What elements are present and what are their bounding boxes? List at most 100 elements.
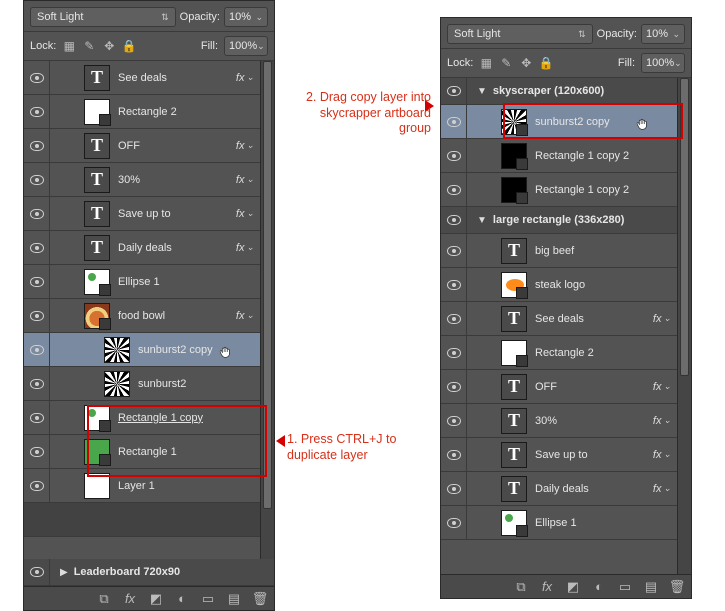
visibility-toggle[interactable] [441, 472, 467, 505]
layer-fx-indicator[interactable]: fx ⌄ [236, 242, 254, 254]
visibility-toggle[interactable] [441, 302, 467, 335]
scrollbar-thumb[interactable] [680, 78, 689, 376]
layer-row[interactable]: Rectangle 1 copy 2 [441, 139, 677, 173]
layer-row[interactable]: Rectangle 1 [24, 435, 260, 469]
layer-fx-indicator[interactable]: fx ⌄ [236, 208, 254, 220]
expand-arrow-icon[interactable]: ▶ [60, 567, 68, 578]
layer-row[interactable]: TSee dealsfx ⌄ [24, 61, 260, 95]
visibility-toggle[interactable] [441, 370, 467, 403]
fill-value[interactable]: 100%⌄ [641, 53, 685, 73]
visibility-toggle[interactable] [441, 234, 467, 267]
visibility-toggle[interactable] [441, 139, 467, 172]
delete-layer-icon[interactable]: 🗑 [252, 591, 268, 607]
visibility-toggle[interactable] [441, 506, 467, 539]
lock-transparency-icon[interactable]: ▦ [479, 56, 493, 70]
layer-row[interactable]: T30%fx ⌄ [441, 404, 677, 438]
visibility-toggle[interactable] [24, 401, 50, 434]
layer-fx-indicator[interactable]: fx ⌄ [653, 483, 671, 495]
layer-fx-indicator[interactable]: fx ⌄ [236, 140, 254, 152]
visibility-toggle[interactable] [441, 105, 467, 138]
visibility-toggle[interactable] [441, 173, 467, 206]
layer-mask-icon[interactable]: ◩ [148, 591, 164, 607]
adjustment-layer-icon[interactable]: ◐ [174, 591, 190, 607]
blend-mode-dropdown[interactable]: Soft Light ⇅ [30, 7, 176, 27]
link-layers-icon[interactable]: ⧉ [96, 591, 112, 607]
link-layers-icon[interactable]: ⧉ [513, 579, 529, 595]
layer-mask-icon[interactable]: ◩ [565, 579, 581, 595]
visibility-toggle[interactable] [24, 367, 50, 400]
opacity-value[interactable]: 10%⌄ [224, 7, 268, 27]
visibility-toggle[interactable] [24, 129, 50, 162]
expand-arrow-icon[interactable]: ▼ [477, 86, 487, 97]
layer-fx-indicator[interactable]: fx ⌄ [236, 174, 254, 186]
lock-all-icon[interactable]: 🔒 [539, 56, 553, 70]
layer-row[interactable]: TOFFfx ⌄ [441, 370, 677, 404]
lock-position-icon[interactable]: ✥ [102, 39, 116, 53]
layer-row[interactable]: TSee dealsfx ⌄ [441, 302, 677, 336]
fill-value[interactable]: 100%⌄ [224, 36, 268, 56]
lock-transparency-icon[interactable]: ▦ [62, 39, 76, 53]
layer-row[interactable]: TDaily dealsfx ⌄ [441, 472, 677, 506]
layer-row[interactable]: Tbig beef [441, 234, 677, 268]
scrollbar[interactable] [260, 61, 274, 559]
visibility-toggle[interactable] [24, 95, 50, 128]
visibility-toggle[interactable] [24, 163, 50, 196]
lock-pixels-icon[interactable]: ✎ [499, 56, 513, 70]
new-layer-icon[interactable]: ▤ [226, 591, 242, 607]
layer-row[interactable]: Layer 1 [24, 469, 260, 503]
artboard-group-row[interactable]: ▼skyscraper (120x600) [441, 78, 677, 105]
layer-fx-indicator[interactable]: fx ⌄ [653, 415, 671, 427]
visibility-toggle[interactable] [24, 333, 50, 366]
layer-row[interactable]: food bowlfx ⌄ [24, 299, 260, 333]
new-layer-icon[interactable]: ▤ [643, 579, 659, 595]
layer-row[interactable]: Rectangle 2 [441, 336, 677, 370]
layer-row[interactable]: TOFFfx ⌄ [24, 129, 260, 163]
layer-row[interactable]: sunburst2 [24, 367, 260, 401]
blend-mode-dropdown[interactable]: Soft Light ⇅ [447, 24, 593, 44]
visibility-toggle[interactable] [24, 559, 50, 585]
layer-fx-indicator[interactable]: fx ⌄ [653, 449, 671, 461]
layer-fx-indicator[interactable]: fx ⌄ [653, 381, 671, 393]
scrollbar[interactable] [677, 78, 691, 574]
visibility-toggle[interactable] [24, 469, 50, 502]
layer-row[interactable]: Rectangle 1 copy [24, 401, 260, 435]
lock-position-icon[interactable]: ✥ [519, 56, 533, 70]
scrollbar-thumb[interactable] [263, 61, 272, 509]
visibility-toggle[interactable] [24, 231, 50, 264]
layer-row[interactable]: TSave up tofx ⌄ [441, 438, 677, 472]
layer-row[interactable]: Rectangle 2 [24, 95, 260, 129]
layer-fx-indicator[interactable]: fx ⌄ [236, 72, 254, 84]
visibility-toggle[interactable] [441, 207, 467, 233]
opacity-value[interactable]: 10%⌄ [641, 24, 685, 44]
new-group-icon[interactable]: ▭ [617, 579, 633, 595]
layer-effects-icon[interactable]: fx [539, 579, 555, 595]
layer-row[interactable]: TSave up tofx ⌄ [24, 197, 260, 231]
visibility-toggle[interactable] [441, 404, 467, 437]
layer-row[interactable]: Ellipse 1 [24, 265, 260, 299]
visibility-toggle[interactable] [441, 438, 467, 471]
layer-row[interactable]: TDaily dealsfx ⌄ [24, 231, 260, 265]
lock-all-icon[interactable]: 🔒 [122, 39, 136, 53]
layer-fx-indicator[interactable]: fx ⌄ [653, 313, 671, 325]
layer-row[interactable]: Rectangle 1 copy 2 [441, 173, 677, 207]
artboard-group-row[interactable]: ▶ Leaderboard 720x90 [24, 559, 274, 586]
visibility-toggle[interactable] [441, 78, 467, 104]
adjustment-layer-icon[interactable]: ◐ [591, 579, 607, 595]
visibility-toggle[interactable] [24, 61, 50, 94]
visibility-toggle[interactable] [24, 197, 50, 230]
delete-layer-icon[interactable]: 🗑 [669, 579, 685, 595]
new-group-icon[interactable]: ▭ [200, 591, 216, 607]
lock-pixels-icon[interactable]: ✎ [82, 39, 96, 53]
visibility-toggle[interactable] [24, 435, 50, 468]
layer-row[interactable]: steak logo [441, 268, 677, 302]
layer-row[interactable]: sunburst2 copy [441, 105, 677, 139]
layer-row[interactable]: T30%fx ⌄ [24, 163, 260, 197]
visibility-toggle[interactable] [24, 299, 50, 332]
layer-effects-icon[interactable]: fx [122, 591, 138, 607]
visibility-toggle[interactable] [24, 265, 50, 298]
layer-fx-indicator[interactable]: fx ⌄ [236, 310, 254, 322]
visibility-toggle[interactable] [441, 336, 467, 369]
layer-row[interactable]: sunburst2 copy [24, 333, 260, 367]
layer-row[interactable]: Ellipse 1 [441, 506, 677, 540]
expand-arrow-icon[interactable]: ▼ [477, 215, 487, 226]
